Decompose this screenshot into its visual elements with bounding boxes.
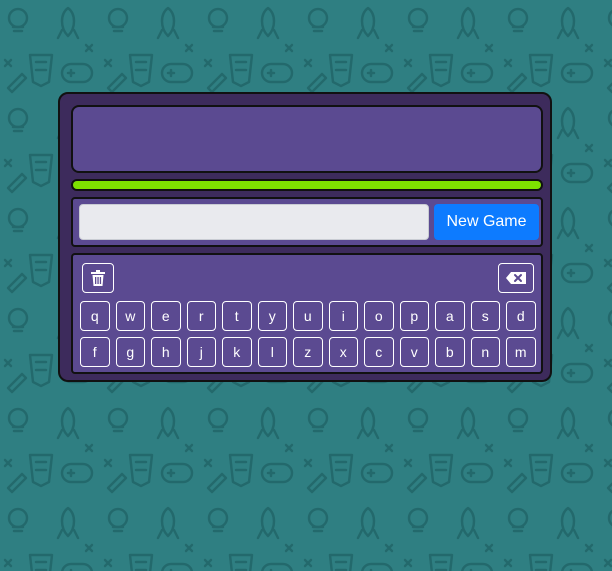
key-w[interactable]: w (115, 301, 145, 331)
input-row: New Game (71, 197, 543, 247)
key-y[interactable]: y (257, 301, 287, 331)
clear-button[interactable] (82, 263, 114, 293)
key-r[interactable]: r (186, 301, 216, 331)
word-display (71, 105, 543, 173)
key-g[interactable]: g (115, 337, 145, 367)
key-z[interactable]: z (293, 337, 323, 367)
key-m[interactable]: m (506, 337, 536, 367)
backspace-button[interactable] (498, 263, 534, 293)
keyboard-row-2: fghjklzxcvbnm (80, 337, 536, 367)
key-c[interactable]: c (364, 337, 394, 367)
on-screen-keyboard: qwertyuiopasd fghjklzxcvbnm (71, 253, 543, 374)
key-q[interactable]: q (80, 301, 110, 331)
key-v[interactable]: v (399, 337, 429, 367)
key-t[interactable]: t (222, 301, 252, 331)
key-i[interactable]: i (328, 301, 358, 331)
key-o[interactable]: o (364, 301, 394, 331)
key-l[interactable]: l (257, 337, 287, 367)
word-input[interactable] (79, 204, 429, 240)
key-p[interactable]: p (399, 301, 429, 331)
key-h[interactable]: h (151, 337, 181, 367)
key-b[interactable]: b (435, 337, 465, 367)
key-e[interactable]: e (151, 301, 181, 331)
key-k[interactable]: k (222, 337, 252, 367)
key-j[interactable]: j (186, 337, 216, 367)
progress-fill (73, 181, 541, 189)
key-a[interactable]: a (435, 301, 465, 331)
key-f[interactable]: f (80, 337, 110, 367)
progress-bar (71, 179, 543, 191)
key-d[interactable]: d (506, 301, 536, 331)
new-game-button[interactable]: New Game (434, 204, 539, 240)
key-s[interactable]: s (470, 301, 500, 331)
backspace-icon (506, 272, 526, 284)
trash-icon (91, 270, 105, 286)
game-panel: New Game qwertyuiopasd fghjklzxcvbnm (58, 92, 552, 382)
key-u[interactable]: u (293, 301, 323, 331)
key-n[interactable]: n (470, 337, 500, 367)
key-x[interactable]: x (328, 337, 358, 367)
keyboard-row-1: qwertyuiopasd (80, 301, 536, 331)
